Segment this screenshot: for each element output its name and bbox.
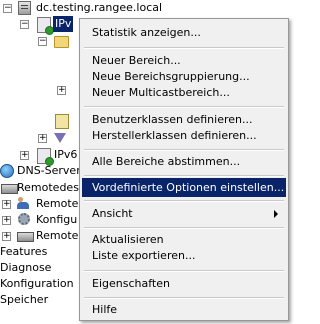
menu-item-alle-bereiche-abstimmen[interactable]: Alle Bereiche abstimmen...: [82, 152, 286, 171]
tree-node-diagnose[interactable]: Diagnose: [0, 260, 51, 276]
folder-icon: [54, 36, 69, 48]
menu-item-eigenschaften[interactable]: Eigenschaften: [82, 274, 286, 293]
tree-node-label: Features: [0, 245, 48, 258]
menu-separator: [84, 106, 284, 108]
tree-node-label: Remote: [36, 229, 79, 242]
gear-icon: [18, 213, 30, 225]
tree-node-label: Remote: [36, 197, 79, 210]
expand-toggle[interactable]: +: [57, 86, 66, 95]
tree-node-label: DNS-Server: [17, 164, 81, 177]
menu-item-statistik[interactable]: Statistik anzeigen...: [82, 23, 286, 42]
filter-icon: [54, 133, 66, 143]
tree-node-label: Remotedesl: [17, 181, 82, 194]
menu-separator: [84, 270, 284, 272]
menu-item-liste-exportieren[interactable]: Liste exportieren...: [82, 246, 286, 265]
tree-node-features[interactable]: Features: [0, 244, 47, 260]
context-menu: Statistik anzeigen... Neuer Bereich... N…: [79, 18, 289, 321]
menu-item-herstellerklassen[interactable]: Herstellerklassen definieren...: [82, 126, 286, 145]
menu-separator: [84, 47, 284, 49]
dhcp-icon: [37, 17, 54, 35]
collapse-toggle[interactable]: −: [3, 4, 12, 13]
expand-toggle[interactable]: +: [2, 232, 11, 241]
menu-item-ansicht[interactable]: Ansicht: [82, 204, 286, 223]
tree-node-label: IPv6: [54, 148, 78, 161]
menu-separator: [84, 227, 284, 229]
tree-node-label: Konfigu: [36, 213, 78, 226]
menu-item-neuer-multicastbereich[interactable]: Neuer Multicastbereich...: [82, 83, 286, 102]
rack-icon: [17, 232, 34, 242]
menu-separator: [84, 200, 284, 202]
menu-separator: [84, 149, 284, 151]
menu-item-label: Ansicht: [92, 207, 133, 220]
collapse-toggle[interactable]: −: [38, 37, 47, 46]
tree-node-label: Speicher: [0, 293, 49, 306]
menu-separator: [84, 297, 284, 299]
dns-icon: [0, 164, 14, 178]
menu-separator: [84, 175, 284, 177]
tree-node-label: Konfiguration: [0, 277, 74, 290]
submenu-arrow-icon: [274, 210, 278, 218]
people-icon: [17, 197, 30, 209]
expand-toggle[interactable]: +: [20, 151, 29, 160]
dhcp-icon: [37, 148, 54, 166]
server-icon: [18, 1, 31, 15]
tree-node-label: dc.testing.rangee.local: [36, 1, 163, 14]
menu-item-hilfe[interactable]: Hilfe: [82, 300, 286, 319]
expand-toggle[interactable]: +: [2, 216, 11, 225]
expand-toggle[interactable]: +: [38, 134, 47, 143]
collapse-toggle[interactable]: −: [20, 20, 29, 29]
tree-node-speicher[interactable]: Speicher: [0, 292, 48, 308]
rack-icon: [1, 184, 18, 194]
tree-node-label: IPv: [53, 16, 74, 32]
expand-toggle[interactable]: +: [2, 200, 11, 209]
tree-node-konfiguration[interactable]: Konfiguration: [0, 276, 74, 292]
menu-item-vordefinierte-optionen[interactable]: Vordefinierte Optionen einstellen...: [82, 178, 286, 197]
note-icon: [55, 114, 69, 129]
tree-node-label: Diagnose: [0, 261, 52, 274]
